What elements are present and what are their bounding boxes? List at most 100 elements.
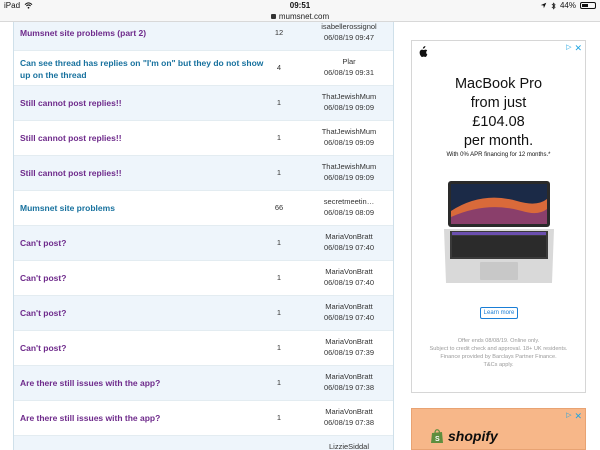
reply-count: 1: [276, 273, 282, 282]
poster-name[interactable]: ThatJewishMum: [304, 91, 393, 102]
close-icon[interactable]: ✕: [574, 411, 582, 422]
thread-title-link[interactable]: Can't post?: [20, 237, 268, 249]
poster-name[interactable]: secretmeetin…: [304, 196, 393, 207]
last-poster: MariaVonBratt 06/08/19 07:40: [304, 301, 393, 323]
table-row[interactable]: Can see thread has replies on "I'm on" b…: [14, 51, 393, 86]
adchoices-icon[interactable]: ▷: [566, 43, 571, 54]
reply-count: 66: [274, 203, 284, 212]
thread-title-link[interactable]: Mumsnet site problems: [20, 202, 268, 214]
table-row[interactable]: LizzieSiddal: [14, 436, 393, 450]
last-poster: ThatJewishMum 06/08/19 09:09: [304, 161, 393, 183]
shopify-ad[interactable]: ▷ ✕ S shopify: [411, 408, 586, 450]
poster-name[interactable]: MariaVonBratt: [304, 266, 393, 277]
reply-count: 1: [276, 308, 282, 317]
battery-percent: 44%: [559, 1, 576, 10]
last-poster: MariaVonBratt 06/08/19 07:40: [304, 231, 393, 253]
url-text: mumsnet.com: [278, 12, 330, 21]
post-timestamp: 06/08/19 09:47: [323, 33, 375, 42]
post-timestamp: 06/08/19 07:40: [323, 278, 375, 287]
shopping-bag-icon: S: [431, 428, 443, 443]
post-timestamp: 06/08/19 09:09: [323, 103, 375, 112]
table-row[interactable]: Can't post? 1 MariaVonBratt 06/08/19 07:40: [14, 296, 393, 331]
ad-headline: MacBook Pro from just £104.08 per month.: [412, 75, 585, 151]
last-poster: MariaVonBratt 06/08/19 07:39: [304, 336, 393, 358]
learn-more-button[interactable]: Learn more: [480, 307, 518, 319]
reply-count: 1: [276, 133, 282, 142]
poster-name[interactable]: MariaVonBratt: [304, 406, 393, 417]
post-timestamp: 06/08/19 09:09: [323, 138, 375, 147]
post-timestamp: 06/08/19 07:40: [323, 313, 375, 322]
table-row[interactable]: Mumsnet site problems 66 secretmeetin… 06/0…: [14, 191, 393, 226]
last-poster: LizzieSiddal: [304, 441, 393, 450]
fine-print-line: T&Cs apply.: [483, 362, 514, 368]
thread-title-link[interactable]: Can't post?: [20, 342, 268, 354]
last-poster: isabellerossignol 06/08/19 09:47: [304, 22, 393, 43]
thread-title-link[interactable]: Are there still issues with the app?: [20, 377, 268, 389]
reply-count: 1: [276, 343, 282, 352]
last-poster: Plar 06/08/19 09:31: [304, 56, 393, 78]
last-poster: ThatJewishMum 06/08/19 09:09: [304, 91, 393, 113]
ad-fine-print: Offer ends 08/08/19. Online only. Subjec…: [418, 337, 579, 369]
ad-headline-line: £104.08: [472, 114, 525, 130]
thread-title-link[interactable]: Mumsnet site problems (part 2): [20, 27, 268, 39]
table-row[interactable]: Still cannot post replies!! 1 ThatJewishMu…: [14, 121, 393, 156]
poster-name[interactable]: ThatJewishMum: [304, 161, 393, 172]
poster-name[interactable]: isabellerossignol: [304, 22, 393, 32]
reply-count: 1: [276, 168, 282, 177]
reply-count: 4: [276, 63, 282, 72]
post-timestamp: 06/08/19 09:31: [323, 68, 375, 77]
macbook-ad[interactable]: ▷ ✕ MacBook Pro from just £104.08 per mo…: [411, 40, 586, 393]
post-timestamp: 06/08/19 07:39: [323, 348, 375, 357]
poster-name[interactable]: MariaVonBratt: [304, 371, 393, 382]
post-timestamp: 06/08/19 07:38: [323, 383, 375, 392]
adchoices-icon[interactable]: ▷: [566, 411, 571, 422]
bluetooth-icon: [551, 1, 556, 10]
table-row[interactable]: Can't post? 1 MariaVonBratt 06/08/19 07:40: [14, 261, 393, 296]
poster-name[interactable]: Plar: [304, 56, 393, 67]
shopify-wordmark: shopify: [448, 428, 498, 444]
table-row[interactable]: Mumsnet site problems (part 2) 12 isabelle…: [14, 22, 393, 51]
reply-count: 1: [276, 238, 282, 247]
poster-name[interactable]: MariaVonBratt: [304, 231, 393, 242]
thread-title-link[interactable]: Are there still issues with the app?: [20, 412, 268, 424]
reply-count: 1: [276, 413, 282, 422]
last-poster: ThatJewishMum 06/08/19 09:09: [304, 126, 393, 148]
table-row[interactable]: Are there still issues with the app? 1 Mar…: [14, 401, 393, 436]
post-timestamp: 06/08/19 08:09: [323, 208, 375, 217]
ad-controls: ▷ ✕: [566, 43, 582, 54]
table-row[interactable]: Can't post? 1 MariaVonBratt 06/08/19 07:40: [14, 226, 393, 261]
poster-name[interactable]: MariaVonBratt: [304, 336, 393, 347]
table-row[interactable]: Still cannot post replies!! 1 ThatJewishMu…: [14, 86, 393, 121]
table-row[interactable]: Are there still issues with the app? 1 Mar…: [14, 366, 393, 401]
address-bar[interactable]: mumsnet.com: [0, 12, 600, 22]
poster-name[interactable]: LizzieSiddal: [304, 441, 393, 450]
fine-print-line: Subject to credit check and approval. 18…: [429, 346, 568, 352]
table-row[interactable]: Still cannot post replies!! 1 ThatJewishMu…: [14, 156, 393, 191]
ad-headline-line: per month.: [463, 133, 534, 149]
post-timestamp: 06/08/19 07:38: [323, 418, 375, 427]
close-icon[interactable]: ✕: [574, 43, 582, 54]
ad-controls: ▷ ✕: [566, 411, 582, 422]
apple-logo-icon: [419, 46, 428, 57]
last-poster: MariaVonBratt 06/08/19 07:38: [304, 406, 393, 428]
thread-title-link[interactable]: Can't post?: [20, 272, 268, 284]
poster-name[interactable]: MariaVonBratt: [304, 301, 393, 312]
ad-subline: With 0% APR financing for 12 months.*: [446, 152, 551, 158]
status-bar: iPad 09:51 44%: [0, 0, 600, 12]
thread-title-link[interactable]: Still cannot post replies!!: [20, 132, 268, 144]
thread-title-link[interactable]: Can see thread has replies on "I'm on" b…: [20, 57, 268, 81]
post-timestamp: 06/08/19 09:09: [323, 173, 375, 182]
last-poster: MariaVonBratt 06/08/19 07:40: [304, 266, 393, 288]
svg-text:S: S: [435, 436, 440, 443]
last-poster: secretmeetin… 06/08/19 08:09: [304, 196, 393, 218]
table-row[interactable]: Can't post? 1 MariaVonBratt 06/08/19 07:39: [14, 331, 393, 366]
thread-list: Mumsnet site problems (part 2) 12 isabelle…: [13, 22, 394, 450]
lock-icon: [270, 14, 276, 19]
shopify-logo: S shopify: [430, 428, 498, 444]
battery-icon: [580, 2, 596, 9]
thread-title-link[interactable]: Can't post?: [20, 307, 268, 319]
thread-title-link[interactable]: Still cannot post replies!!: [20, 97, 268, 109]
reply-count: 12: [274, 28, 284, 37]
thread-title-link[interactable]: Still cannot post replies!!: [20, 167, 268, 179]
poster-name[interactable]: ThatJewishMum: [304, 126, 393, 137]
